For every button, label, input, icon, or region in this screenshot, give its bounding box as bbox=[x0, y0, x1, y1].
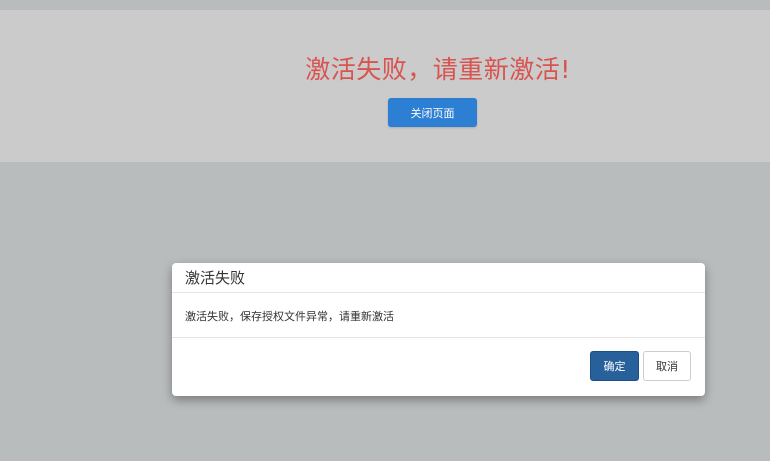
dialog-message: 激活失败，保存授权文件异常，请重新激活 bbox=[185, 310, 394, 323]
close-page-button[interactable]: 关闭页面 bbox=[388, 98, 477, 127]
cancel-button[interactable]: 取消 bbox=[643, 351, 691, 381]
activation-result-banner: 激活失败，请重新激活! 关闭页面 bbox=[0, 10, 770, 162]
dialog-footer: 确定 取消 bbox=[172, 338, 705, 396]
dialog-title: 激活失败 bbox=[185, 269, 246, 287]
error-heading: 激活失败，请重新激活! bbox=[305, 55, 571, 84]
dialog-body: 激活失败，保存授权文件异常，请重新激活 bbox=[172, 293, 705, 338]
error-dialog: 激活失败 激活失败，保存授权文件异常，请重新激活 确定 取消 bbox=[172, 263, 705, 396]
dialog-header: 激活失败 bbox=[172, 263, 705, 293]
confirm-button[interactable]: 确定 bbox=[590, 351, 639, 381]
